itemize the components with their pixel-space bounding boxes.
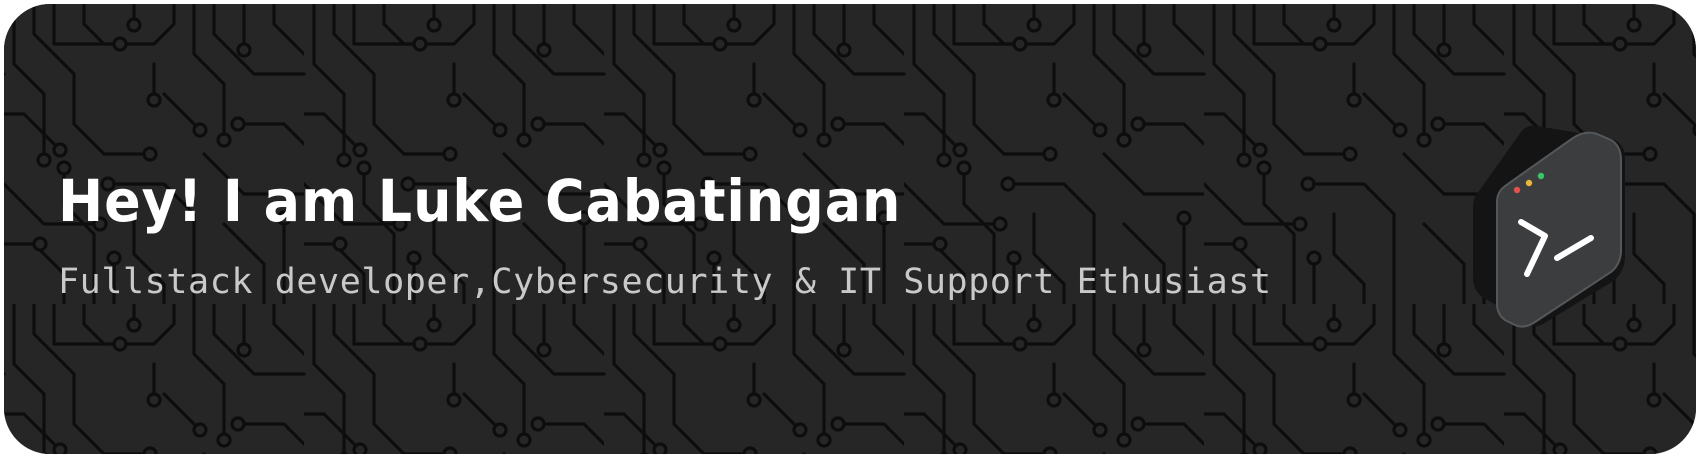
page-title: Hey! I am Luke Cabatingan <box>58 167 902 235</box>
page-subtitle: Fullstack developer,Cybersecurity & IT S… <box>58 262 1272 302</box>
window-dot-yellow <box>1525 179 1533 187</box>
terminal-icon <box>1473 125 1625 328</box>
window-dot-green <box>1537 172 1545 180</box>
window-dot-red <box>1513 186 1521 194</box>
profile-banner: Hey! I am Luke Cabatingan Fullstack deve… <box>4 4 1696 454</box>
